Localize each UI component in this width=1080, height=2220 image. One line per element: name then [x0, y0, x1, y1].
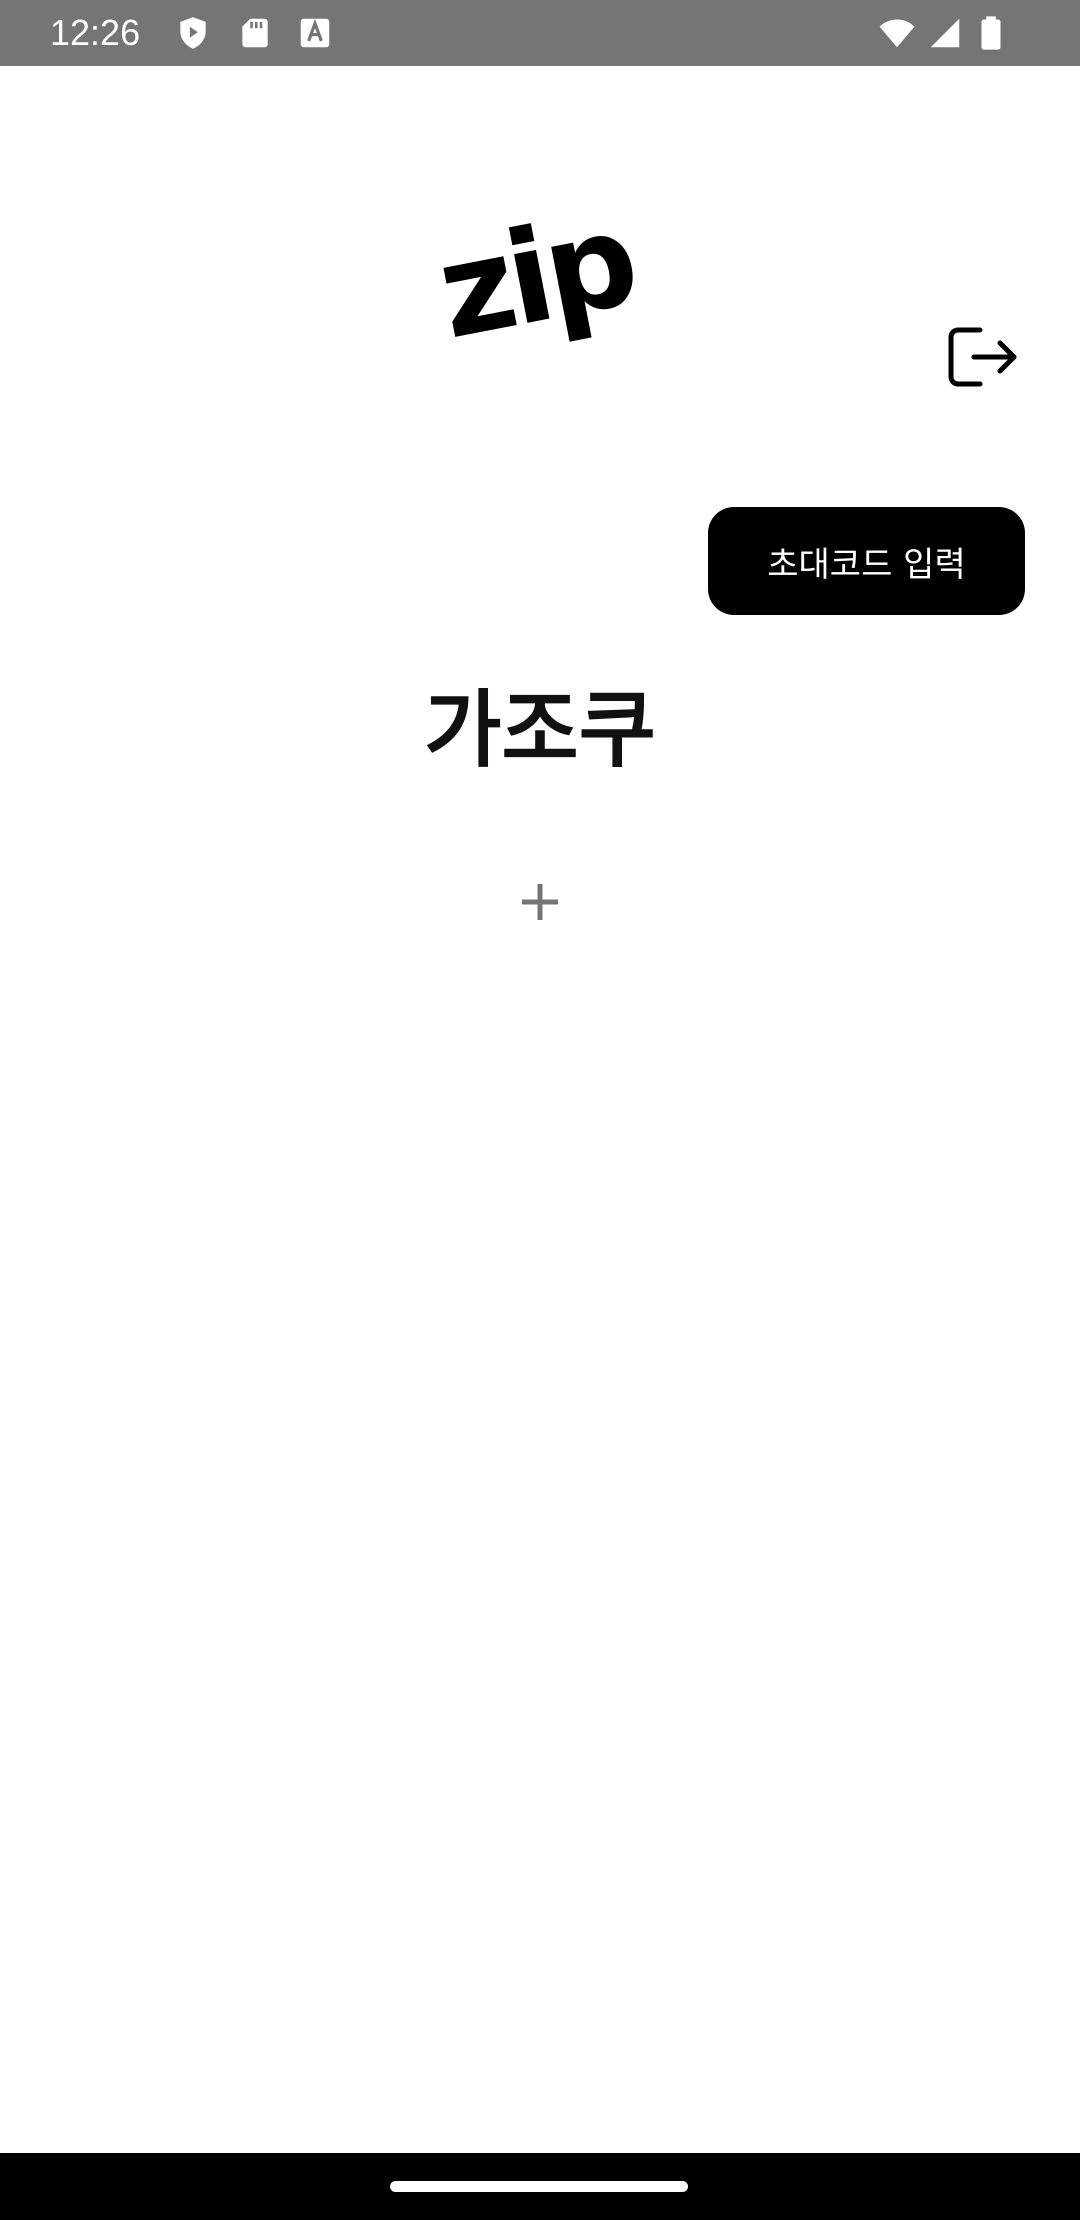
- invite-code-button[interactable]: 초대코드 입력: [708, 507, 1025, 615]
- home-indicator[interactable]: [390, 2181, 688, 2192]
- zip-logo: zip: [440, 200, 640, 360]
- wifi-icon: [878, 14, 916, 52]
- status-bar: 12:26: [0, 0, 1080, 66]
- add-button[interactable]: [500, 862, 580, 942]
- sd-card-icon: [236, 14, 274, 52]
- shield-icon: [174, 14, 212, 52]
- svg-text:zip: zip: [440, 200, 640, 360]
- screen: 12:26 zip 초대코드 입력 가조쿠: [0, 0, 1080, 2220]
- font-a-icon: [296, 14, 334, 52]
- signal-icon: [926, 14, 964, 52]
- logout-icon: [948, 327, 1017, 387]
- status-time: 12:26: [50, 12, 141, 53]
- group-title: 가조쿠: [424, 681, 656, 779]
- invite-code-label: 초대코드 입력: [767, 544, 966, 585]
- logout-button[interactable]: [944, 322, 1022, 392]
- battery-icon: [972, 14, 1010, 52]
- plus-icon: [522, 884, 558, 920]
